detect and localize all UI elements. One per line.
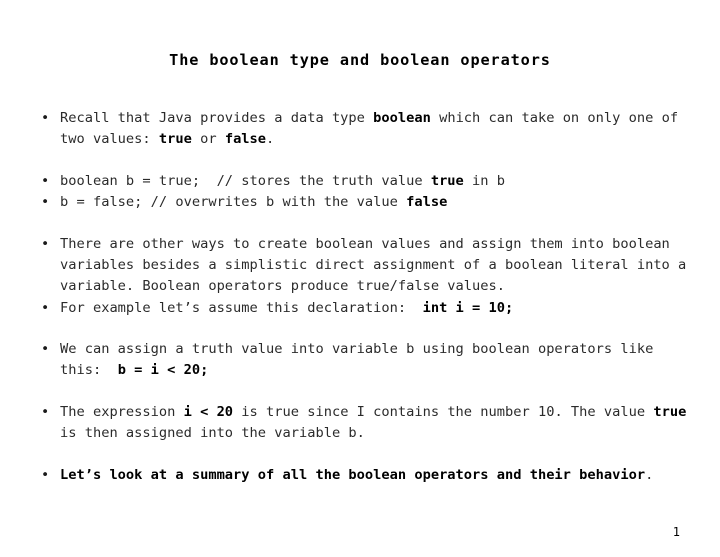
bullet-text-bold-run: int i = 10; bbox=[422, 299, 514, 316]
bullet-text-run: The expression bbox=[60, 403, 184, 420]
bullet-text-run: For example let’s assume this declaratio… bbox=[60, 299, 423, 316]
bullet-text-bold-run: b = i < 20; bbox=[117, 362, 209, 379]
bullet-item-assign-truth-value: • We can assign a truth value into variab… bbox=[38, 339, 688, 381]
bullet-spacer bbox=[38, 213, 688, 234]
bullet-item-example-declaration: • For example let’s assume this declarati… bbox=[38, 298, 688, 319]
bullet-spacer bbox=[38, 150, 688, 171]
bullet-text: The expression i < 20 is true since I co… bbox=[60, 402, 688, 444]
bullet-item-other-ways-to-create: • There are other ways to create boolean … bbox=[38, 234, 688, 296]
bullet-text: Let’s look at a summary of all the boole… bbox=[60, 465, 688, 486]
slide-canvas: The boolean type and boolean operators •… bbox=[0, 0, 720, 557]
bullet-spacer bbox=[38, 444, 688, 465]
bullet-text-run: . bbox=[266, 130, 275, 147]
bullet-spacer bbox=[38, 381, 688, 402]
bullet-item-assign-boolean-false: • b = false; // overwrites b with the val… bbox=[38, 192, 688, 213]
bullet-marker-icon: • bbox=[41, 172, 50, 189]
slide-body: • Recall that Java provides a data type b… bbox=[38, 108, 688, 485]
bullet-text: We can assign a truth value into variabl… bbox=[60, 339, 688, 381]
bullet-text: b = false; // overwrites b with the valu… bbox=[60, 192, 688, 213]
bullet-text-run: Recall that Java provides a data type bbox=[60, 110, 374, 126]
bullet-spacer bbox=[38, 318, 688, 339]
bullet-marker-icon: • bbox=[41, 341, 50, 358]
bullet-list: • Recall that Java provides a data type b… bbox=[38, 108, 688, 485]
bullet-text-run: There are other ways to create boolean v… bbox=[60, 236, 695, 294]
bullet-text-run: in b bbox=[463, 172, 505, 189]
bullet-marker-icon: • bbox=[41, 194, 50, 211]
bullet-text-bold-run: true bbox=[158, 130, 192, 147]
bullet-text-run: b = false; // overwrites b with the valu… bbox=[60, 194, 407, 211]
bullet-text-run: . bbox=[645, 466, 654, 483]
bullet-text: boolean b = true; // stores the truth va… bbox=[60, 171, 688, 192]
bullet-text-run: or bbox=[191, 130, 225, 147]
bullet-text-run: is true since I contains the number 10. … bbox=[233, 403, 654, 420]
bullet-item-summary-lead-in: • Let’s look at a summary of all the bool… bbox=[38, 465, 688, 486]
bullet-text-bold-run: Let’s look at a summary of all the boole… bbox=[60, 466, 646, 483]
bullet-text-bold-run: false bbox=[224, 130, 267, 147]
page-number: 1 bbox=[672, 525, 680, 539]
bullet-text-bold-run: true bbox=[430, 172, 464, 189]
page-title: The boolean type and boolean operators bbox=[169, 51, 551, 69]
bullet-text-bold-run: true bbox=[653, 403, 687, 420]
bullet-text: Recall that Java provides a data type bo… bbox=[60, 108, 688, 150]
bullet-marker-icon: • bbox=[41, 110, 50, 126]
bullet-text-run: boolean b = true; // stores the truth va… bbox=[60, 172, 431, 189]
bullet-text-bold-run: boolean bbox=[373, 110, 431, 126]
bullet-text-bold-run: i < 20 bbox=[183, 403, 234, 420]
bullet-text-bold-run: false bbox=[406, 194, 448, 211]
bullet-item-expression-is-true: • The expression i < 20 is true since I c… bbox=[38, 402, 688, 444]
bullet-text: For example let’s assume this declaratio… bbox=[60, 298, 688, 319]
bullet-marker-icon: • bbox=[41, 299, 50, 316]
bullet-item-recall-boolean-type: • Recall that Java provides a data type b… bbox=[38, 108, 688, 150]
bullet-item-declare-boolean-true: • boolean b = true; // stores the truth v… bbox=[38, 171, 688, 192]
bullet-marker-icon: • bbox=[41, 403, 50, 420]
bullet-marker-icon: • bbox=[41, 236, 50, 253]
bullet-marker-icon: • bbox=[41, 466, 50, 483]
bullet-text: There are other ways to create boolean v… bbox=[60, 234, 688, 296]
